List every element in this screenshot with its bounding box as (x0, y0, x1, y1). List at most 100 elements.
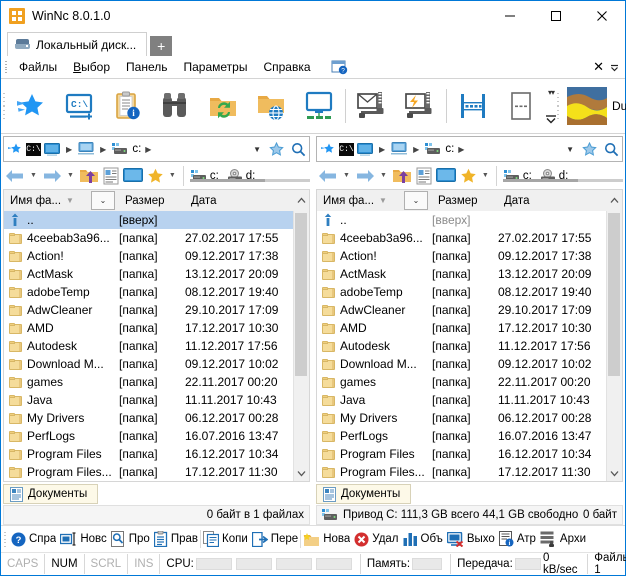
left-vertical-scrollbar[interactable] (293, 211, 309, 481)
function-button-exit[interactable]: Выхо (445, 527, 497, 551)
table-row[interactable]: Autodesk [папка] 11.12.2017 17:56 (4, 337, 293, 355)
menu-grip[interactable] (3, 60, 9, 74)
function-button-help-circle[interactable]: ? Спра (9, 527, 58, 551)
properties-icon[interactable] (414, 164, 434, 188)
column-chooser-button[interactable]: ⌄ (91, 191, 115, 210)
function-button-rename[interactable]: Новс (58, 527, 108, 551)
menu-item-files[interactable]: Файлы (11, 58, 65, 76)
status-num[interactable]: NUM (45, 554, 85, 574)
clipboard-info-icon[interactable]: i (103, 82, 151, 130)
favorites-star-icon[interactable] (458, 164, 479, 188)
table-row[interactable]: games [папка] 22.11.2017 00:20 (4, 373, 293, 391)
back-arrow-icon[interactable] (3, 164, 27, 188)
right-address-bar[interactable]: C:\ ▶ ▶ c: ▶ ▼ (316, 136, 623, 162)
function-button-view[interactable]: Про (109, 527, 152, 551)
back-history-dropdown-icon[interactable]: ▼ (27, 172, 40, 179)
table-row[interactable]: AdwCleaner [папка] 29.10.2017 17:09 (317, 301, 606, 319)
toolbar-overflow-handle[interactable]: ▾▾ (545, 88, 557, 124)
back-history-dropdown-icon[interactable]: ▼ (340, 172, 353, 179)
table-row[interactable]: .. [вверх] (317, 211, 606, 229)
table-row[interactable]: games [папка] 22.11.2017 00:20 (317, 373, 606, 391)
menu-item-select[interactable]: Выбор (65, 58, 118, 76)
computer-icon[interactable] (75, 138, 97, 160)
column-header-size[interactable]: Размер (432, 190, 498, 211)
function-bar-grip[interactable] (2, 530, 8, 548)
drive-scrollbar[interactable] (502, 179, 623, 182)
function-button-attributes[interactable]: i Атр (497, 527, 538, 551)
favorites-star-icon[interactable] (7, 82, 55, 130)
table-row[interactable]: Java [папка] 11.11.2017 10:43 (4, 391, 293, 409)
status-caps[interactable]: CAPS (1, 554, 46, 574)
search-icon[interactable] (600, 138, 622, 160)
split-file-icon[interactable] (449, 82, 497, 130)
tab-local-disk[interactable]: Локальный диск... (7, 32, 148, 56)
search-icon[interactable] (287, 138, 309, 160)
function-button-move[interactable]: Пере (250, 527, 300, 551)
right-pane-tab-documents[interactable]: Документы (316, 484, 412, 504)
crumb-separator-2[interactable]: ▶ (410, 145, 422, 154)
column-header-date[interactable]: Дата (185, 190, 293, 211)
column-header-name[interactable]: Имя фа... ▼ (317, 190, 400, 211)
desktop-icon[interactable] (434, 164, 458, 188)
toolbar-grip[interactable] (3, 91, 5, 121)
favorite-star-icon[interactable] (4, 138, 26, 160)
skin-toolbar-grip[interactable] (557, 91, 559, 121)
column-header-size[interactable]: Размер (119, 190, 185, 211)
crumb-separator-3[interactable]: ▶ (455, 145, 467, 154)
minimize-button[interactable] (487, 1, 533, 31)
column-header-name[interactable]: Имя фа... ▼ (4, 190, 87, 211)
folder-up-icon[interactable] (390, 164, 414, 188)
chevron-down-icon[interactable]: ▼ (562, 145, 578, 154)
table-row[interactable]: Action! [папка] 09.12.2017 17:38 (4, 247, 293, 265)
function-button-archive[interactable]: Архи (538, 527, 588, 551)
forward-arrow-icon[interactable] (353, 164, 377, 188)
table-row[interactable]: ActMask [папка] 13.12.2017 20:09 (4, 265, 293, 283)
scroll-down-arrow-icon[interactable] (294, 466, 309, 481)
table-row[interactable]: 4ceebab3a96... [папка] 27.02.2017 17:55 (317, 229, 606, 247)
table-row[interactable]: Java [папка] 11.11.2017 10:43 (317, 391, 606, 409)
star-icon[interactable] (265, 138, 287, 160)
favorite-star-icon[interactable] (317, 138, 339, 160)
favorites-star-icon[interactable] (145, 164, 166, 188)
maximize-button[interactable] (533, 1, 579, 31)
favorites-dropdown-icon[interactable]: ▼ (166, 172, 179, 179)
zip-mail-icon[interactable] (348, 82, 396, 130)
menu-item-help[interactable]: Справка (255, 58, 318, 76)
skin-selector[interactable]: Dunes (561, 87, 626, 125)
drive-scrollbar[interactable] (189, 179, 310, 182)
table-row[interactable]: AdwCleaner [папка] 29.10.2017 17:09 (4, 301, 293, 319)
command-badge[interactable]: C:\ (26, 142, 41, 156)
scrollbar-track[interactable] (607, 211, 622, 466)
table-row[interactable]: Download M... [папка] 09.12.2017 10:02 (4, 355, 293, 373)
chevron-down-icon[interactable] (610, 63, 619, 72)
new-tab-button[interactable]: + (150, 36, 173, 56)
table-row[interactable]: My Drivers [папка] 06.12.2017 00:28 (4, 409, 293, 427)
properties-icon[interactable] (101, 164, 121, 188)
folder-sync-icon[interactable] (199, 82, 247, 130)
window-help-icon[interactable]: ? (331, 59, 349, 75)
crumb-drive-c[interactable]: c: (131, 143, 142, 155)
table-row[interactable]: PerfLogs [папка] 16.07.2016 13:47 (317, 427, 606, 445)
table-row[interactable]: adobeTemp [папка] 08.12.2017 19:40 (317, 283, 606, 301)
table-row[interactable]: Autodesk [папка] 11.12.2017 17:56 (317, 337, 606, 355)
zip-fast-icon[interactable] (396, 82, 444, 130)
table-row[interactable]: 4ceebab3a96... [папка] 27.02.2017 17:55 (4, 229, 293, 247)
table-row[interactable]: Action! [папка] 09.12.2017 17:38 (317, 247, 606, 265)
close-button[interactable] (579, 1, 625, 31)
function-button-chart[interactable]: Объ (401, 527, 445, 551)
left-address-bar[interactable]: C:\ ▶ ▶ c: ▶ ▼ (3, 136, 310, 162)
binoculars-search-icon[interactable] (151, 82, 199, 130)
table-row[interactable]: AMD [папка] 17.12.2017 10:30 (4, 319, 293, 337)
left-file-list[interactable]: .. [вверх] 4ceebab3a96... [папка] 27.02.2017… (4, 211, 293, 481)
folder-internet-icon[interactable] (247, 82, 295, 130)
table-row[interactable]: ActMask [папка] 13.12.2017 20:09 (317, 265, 606, 283)
table-row[interactable]: adobeTemp [папка] 08.12.2017 19:40 (4, 283, 293, 301)
close-toolbar-icon[interactable]: ✕ (593, 59, 604, 75)
forward-arrow-icon[interactable] (40, 164, 64, 188)
forward-history-dropdown-icon[interactable]: ▼ (64, 172, 77, 179)
crumb-drive-c[interactable]: c: (444, 143, 455, 155)
this-pc-icon[interactable] (41, 138, 63, 160)
table-row[interactable]: Program Files [папка] 16.12.2017 10:34 (4, 445, 293, 463)
status-ins[interactable]: INS (128, 554, 161, 574)
table-row[interactable]: AMD [папка] 17.12.2017 10:30 (317, 319, 606, 337)
